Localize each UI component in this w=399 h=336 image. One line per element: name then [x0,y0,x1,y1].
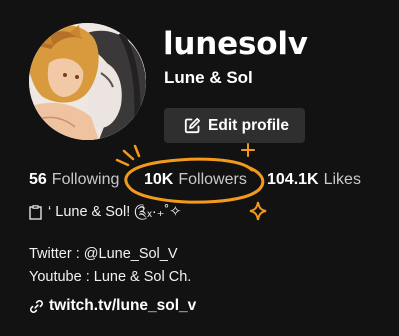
followers-label: Followers [178,171,247,188]
profile-link[interactable]: twitch.tv/lune_sol_v [29,297,196,315]
bio-line-1-text: ‘ Lune & Sol! ༊ₓ·₊˚✧ [48,204,182,220]
following-label: Following [51,171,120,188]
bio-line-3: Youtube : Lune & Sol Ch. [29,269,192,285]
stats-row: 56 Following 10K Followers 104.1K Likes [29,169,361,191]
sparkle-star-icon [249,201,267,221]
following-count: 56 [29,171,47,188]
bio-line-2: Twitter : @Lune_Sol_V [29,246,178,262]
following-stat[interactable]: 56 Following [29,171,141,189]
followers-stat[interactable]: 10K Followers [144,171,267,189]
edit-profile-label: Edit profile [208,116,289,134]
link-icon [29,299,44,314]
likes-stat[interactable]: 104.1K Likes [267,171,361,189]
display-name: Lune & Sol [164,68,253,87]
likes-label: Likes [323,171,361,188]
avatar[interactable] [29,23,146,140]
edit-square-icon [184,117,201,134]
username: lunesolv [163,26,308,62]
likes-count: 104.1K [267,171,319,188]
profile-link-text: twitch.tv/lune_sol_v [49,297,197,314]
avatar-illustration [29,23,146,140]
bio-line-1: ‘ Lune & Sol! ༊ₓ·₊˚✧ [29,203,181,221]
followers-count: 10K [144,171,174,188]
clipboard-icon [29,204,42,220]
edit-profile-button[interactable]: Edit profile [164,108,305,143]
